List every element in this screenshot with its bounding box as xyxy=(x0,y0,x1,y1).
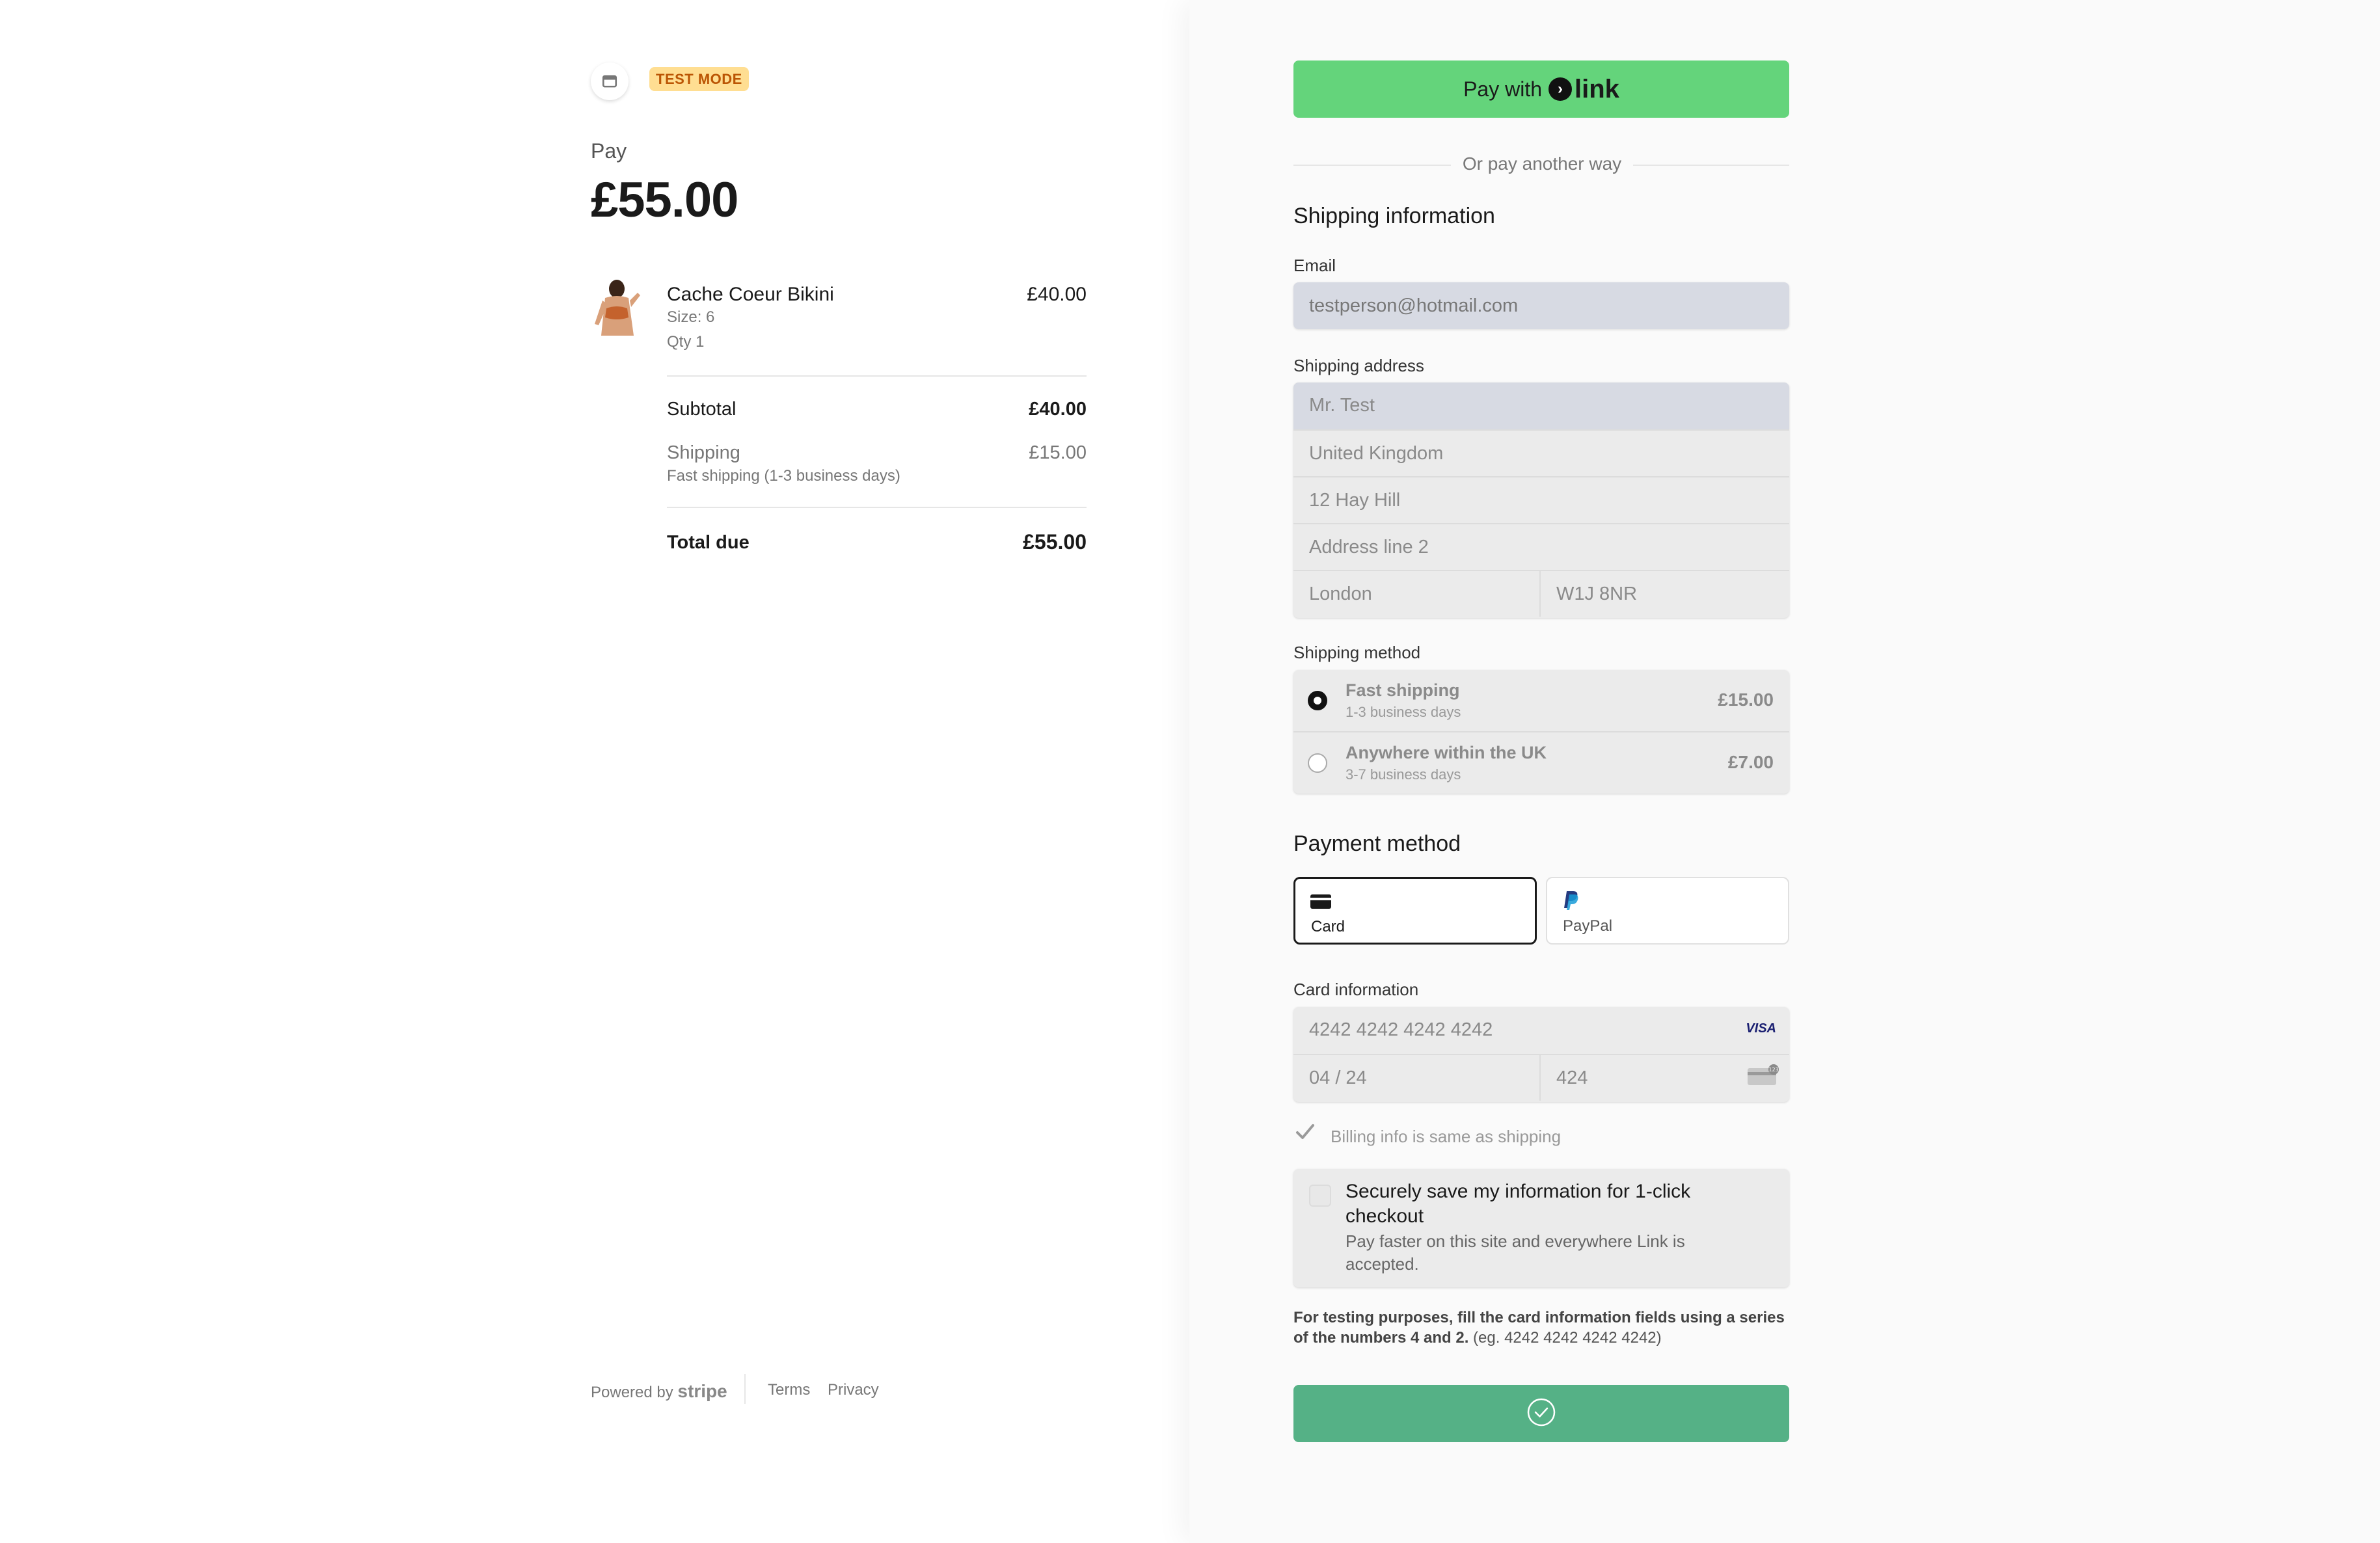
test-mode-badge: TEST MODE xyxy=(649,67,749,91)
powered-by: Powered by stripe xyxy=(591,1381,727,1402)
paypal-icon xyxy=(1563,890,1580,914)
visa-icon: VISA xyxy=(1746,1021,1776,1036)
payment-method-title: Payment method xyxy=(1293,831,1461,856)
shipping-option-fast[interactable]: Fast shipping 1-3 business days £15.00 xyxy=(1293,670,1789,731)
divider-right xyxy=(1633,165,1789,166)
shipping-option-uk[interactable]: Anywhere within the UK 3-7 business days… xyxy=(1293,731,1789,792)
email-input[interactable]: testperson@hotmail.com xyxy=(1293,282,1789,329)
address-line1-input[interactable]: 12 Hay Hill xyxy=(1293,476,1789,523)
option-subtitle: 1-3 business days xyxy=(1346,704,1461,720)
order-summary-panel: TEST MODE Pay £55.00 Cache Coeur Bikini … xyxy=(0,0,1189,1543)
save-info-title: Securely save my information for 1-click… xyxy=(1346,1181,1691,1227)
or-pay-another-way: Or pay another way xyxy=(1462,154,1622,174)
card-info-label: Card information xyxy=(1293,980,1419,999)
address-line2-input[interactable]: Address line 2 xyxy=(1293,523,1789,570)
country-select[interactable]: United Kingdom xyxy=(1293,429,1789,476)
card-icon xyxy=(1310,893,1332,913)
store-icon[interactable] xyxy=(591,62,629,100)
divider xyxy=(667,507,1087,508)
shipping-address-label: Shipping address xyxy=(1293,356,1424,375)
option-title: Fast shipping xyxy=(1346,680,1460,700)
link-arrow-icon: › xyxy=(1548,77,1573,101)
product-price: £40.00 xyxy=(1027,284,1087,305)
shipping-info-title: Shipping information xyxy=(1293,204,1495,228)
shipping-detail: Fast shipping (1-3 business days) xyxy=(667,467,900,485)
save-info-checkbox[interactable] xyxy=(1309,1185,1331,1207)
email-label: Email xyxy=(1293,256,1336,275)
card-number-input[interactable]: 4242 4242 4242 4242 xyxy=(1293,1007,1789,1054)
product-name: Cache Coeur Bikini xyxy=(667,284,834,305)
save-info-subtitle: Pay faster on this site and everywhere L… xyxy=(1346,1231,1685,1274)
pay-label: Pay xyxy=(591,139,627,163)
radio-selected-icon[interactable] xyxy=(1308,691,1327,710)
tab-card-label: Card xyxy=(1311,918,1346,935)
expiry-input[interactable]: 04 / 24 xyxy=(1293,1054,1541,1101)
tab-paypal-label: PayPal xyxy=(1563,917,1613,935)
product-image xyxy=(591,278,647,336)
billing-same-checkbox[interactable] xyxy=(1293,1120,1317,1144)
subtotal-value: £40.00 xyxy=(1029,399,1087,420)
postcode-input[interactable]: W1J 8NR xyxy=(1541,570,1789,617)
option-price: £7.00 xyxy=(1727,752,1774,772)
product-size: Size: 6 xyxy=(667,308,715,326)
option-price: £15.00 xyxy=(1718,690,1774,710)
total-due-label: Total due xyxy=(667,532,750,553)
city-input[interactable]: London xyxy=(1293,570,1541,617)
billing-same-label: Billing info is same as shipping xyxy=(1331,1127,1562,1146)
divider-left xyxy=(1293,165,1451,166)
shipping-value: £15.00 xyxy=(1029,442,1087,463)
shipping-label: Shipping xyxy=(667,442,740,463)
checkmark-icon xyxy=(1526,1397,1557,1431)
option-title: Anywhere within the UK xyxy=(1346,743,1547,762)
total-amount: £55.00 xyxy=(591,172,738,228)
testing-note-example: (eg. 4242 4242 4242 4242) xyxy=(1468,1329,1662,1347)
card-info-group: 4242 4242 4242 4242 VISA 04 / 24 424 123 xyxy=(1293,1007,1789,1102)
product-qty: Qty 1 xyxy=(667,333,705,351)
link-logo: › link xyxy=(1548,75,1619,104)
total-due-value: £55.00 xyxy=(1023,530,1087,554)
pay-with-label: Pay with xyxy=(1463,77,1543,101)
stripe-logo[interactable]: stripe xyxy=(677,1381,727,1401)
privacy-link[interactable]: Privacy xyxy=(828,1381,879,1399)
radio-unselected-icon[interactable] xyxy=(1308,753,1327,773)
shipping-method-label: Shipping method xyxy=(1293,643,1421,662)
pay-submit-button[interactable] xyxy=(1293,1385,1789,1442)
link-logo-text: link xyxy=(1575,74,1619,103)
shipping-address-group: Mr. Test United Kingdom 12 Hay Hill Addr… xyxy=(1293,382,1789,618)
testing-note: For testing purposes, fill the card info… xyxy=(1293,1308,1788,1348)
svg-text:123: 123 xyxy=(1768,1067,1778,1073)
shipping-method-group: Fast shipping 1-3 business days £15.00 A… xyxy=(1293,670,1789,794)
subtotal-label: Subtotal xyxy=(667,399,737,420)
powered-by-label: Powered by xyxy=(591,1384,673,1401)
terms-link[interactable]: Terms xyxy=(768,1381,810,1399)
name-input[interactable]: Mr. Test xyxy=(1293,382,1789,429)
save-info-box: Securely save my information for 1-click… xyxy=(1293,1169,1789,1287)
footer-divider xyxy=(744,1374,746,1404)
divider xyxy=(667,375,1087,377)
cvc-card-icon: 123 xyxy=(1748,1064,1779,1088)
pay-with-link-button[interactable]: Pay with › link xyxy=(1293,60,1789,118)
option-subtitle: 3-7 business days xyxy=(1346,766,1461,783)
tab-paypal[interactable]: PayPal xyxy=(1546,877,1789,945)
tab-card[interactable]: Card xyxy=(1293,877,1537,945)
